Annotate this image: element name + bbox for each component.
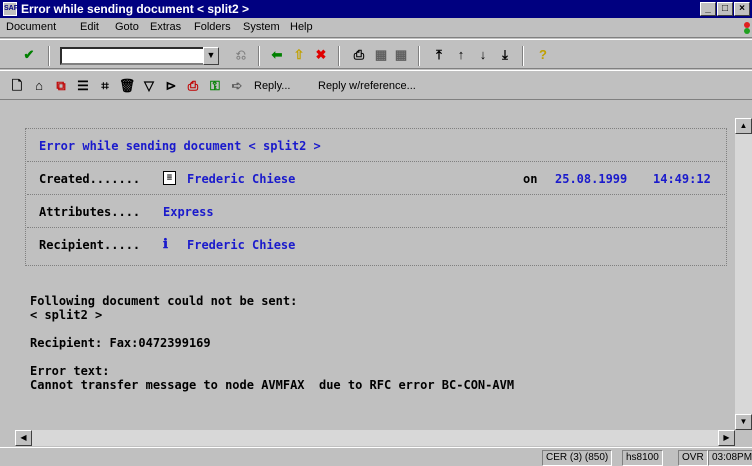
key-icon[interactable]: ⚿ <box>206 77 224 95</box>
header-title-row: Error while sending document < split2 > <box>27 130 725 162</box>
menu-extras[interactable]: Extras <box>150 21 181 33</box>
scroll-up-button[interactable]: ▲ <box>735 118 752 134</box>
person-icon[interactable]: ℹ <box>163 237 168 252</box>
menu-help[interactable]: Help <box>290 21 313 33</box>
structure-icon[interactable]: ⌗ <box>96 77 114 95</box>
exit-up-arrow-icon[interactable]: ⇧ <box>290 46 308 64</box>
note-document-icon[interactable]: ≡ <box>163 171 176 185</box>
created-by-link[interactable]: Frederic Chiese <box>187 172 295 186</box>
application-toolbar: 🗋 ⌂ ⧉ ☰ ⌗ 🗑 ▽ ⊳ ⎙ ⚿ ➪ Reply... Reply w/r… <box>0 70 752 100</box>
standard-toolbar: ✔ ▼ ⎌ ⬅ ⇧ ✖ ⎙ ▦ ▦ ⤒ ↑ ↓ ⤓ ? <box>0 39 752 69</box>
title-bar: SAP Error while sending document < split… <box>0 0 752 18</box>
menu-system[interactable]: System <box>243 21 280 33</box>
next-page-icon[interactable]: ↓ <box>474 46 492 64</box>
status-bar: CER (3) (850) hs8100 OVR 03:08PM <box>0 447 752 466</box>
cancel-x-icon[interactable]: ✖ <box>312 46 330 64</box>
menu-bar: Document Edit Goto Extras Folders System… <box>0 18 752 38</box>
previous-page-icon[interactable]: ↑ <box>452 46 470 64</box>
error-message-body: Following document could not be sent: < … <box>30 294 514 392</box>
body-line-5: Cannot transfer message to node AVMFAX d… <box>30 378 515 392</box>
document-content: Error while sending document < split2 > … <box>15 118 735 430</box>
menu-folders[interactable]: Folders <box>194 21 231 33</box>
attributes-row: Attributes.... Express <box>27 196 725 228</box>
back-arrow-icon[interactable]: ⬅ <box>268 46 286 64</box>
horizontal-scrollbar[interactable]: ◀ ▶ <box>15 430 735 446</box>
created-row: Created....... ≡ Frederic Chiese on 25.0… <box>27 163 725 195</box>
body-line-1: Following document could not be sent: <box>30 294 298 308</box>
find-next-icon[interactable]: ▦ <box>392 46 410 64</box>
created-time: 14:49:12 <box>653 172 711 186</box>
find-icon[interactable]: ▦ <box>372 46 390 64</box>
scroll-right-button[interactable]: ▶ <box>718 430 735 446</box>
menu-document[interactable]: Document <box>6 21 56 33</box>
maximize-button[interactable]: □ <box>717 2 733 16</box>
recipient-row: Recipient..... ℹ Frederic Chiese <box>27 229 725 261</box>
delete-trash-icon[interactable]: 🗑 <box>118 77 136 95</box>
save-icon[interactable]: ⎌ <box>232 46 250 64</box>
last-page-icon[interactable]: ⤓ <box>496 46 514 64</box>
recipient-label: Recipient..... <box>39 238 141 252</box>
first-page-icon[interactable]: ⤒ <box>430 46 448 64</box>
created-date: 25.08.1999 <box>555 172 628 186</box>
filter-icon[interactable]: ▽ <box>140 77 158 95</box>
enter-check-icon[interactable]: ✔ <box>20 46 38 64</box>
scroll-left-button[interactable]: ◀ <box>15 430 32 446</box>
clock-field: 03:08PM <box>708 450 752 466</box>
command-field[interactable] <box>60 47 206 65</box>
host-field: hs8100 <box>622 450 663 466</box>
scroll-down-button[interactable]: ▼ <box>735 414 752 430</box>
body-line-3: Recipient: Fax:0472399169 <box>30 336 211 350</box>
insert-mode-field: OVR <box>678 450 708 466</box>
reply-button[interactable]: Reply... <box>254 80 290 92</box>
help-question-icon[interactable]: ? <box>534 46 552 64</box>
body-line-2: < split2 > <box>30 308 103 322</box>
menu-edit[interactable]: Edit <box>80 21 99 33</box>
send-icon[interactable]: ⊳ <box>162 77 180 95</box>
on-label: on <box>523 172 538 186</box>
print-document-icon[interactable]: ⎙ <box>184 77 202 95</box>
menu-goto[interactable]: Goto <box>115 21 139 33</box>
folder-icon[interactable]: ☰ <box>74 77 92 95</box>
body-line-4: Error text: <box>30 364 110 378</box>
close-button[interactable]: × <box>734 2 750 16</box>
copy-icon[interactable]: ⧉ <box>52 77 70 95</box>
distribution-list-icon[interactable]: ⌂ <box>30 77 48 95</box>
system-info-field: CER (3) (850) <box>542 450 613 466</box>
window-title: Error while sending document < split2 > <box>21 2 250 16</box>
new-document-icon[interactable]: 🗋 <box>8 77 26 95</box>
forward-icon[interactable]: ➪ <box>228 77 246 95</box>
attributes-value: Express <box>163 205 214 219</box>
document-header-box: Error while sending document < split2 > … <box>25 128 727 266</box>
sap-window: SAP Error while sending document < split… <box>0 0 752 466</box>
recipient-link[interactable]: Frederic Chiese <box>187 238 295 252</box>
command-dropdown-button[interactable]: ▼ <box>203 47 219 65</box>
document-title: Error while sending document < split2 > <box>39 139 321 153</box>
created-label: Created....... <box>39 172 141 186</box>
sap-logo-icon <box>744 22 750 34</box>
attributes-label: Attributes.... <box>39 205 141 219</box>
vertical-scrollbar[interactable]: ▲ ▼ <box>735 118 752 430</box>
minimize-button[interactable]: _ <box>700 2 716 16</box>
reply-with-reference-button[interactable]: Reply w/reference... <box>318 80 416 92</box>
print-icon[interactable]: ⎙ <box>350 46 368 64</box>
sap-icon[interactable]: SAP <box>3 2 18 16</box>
